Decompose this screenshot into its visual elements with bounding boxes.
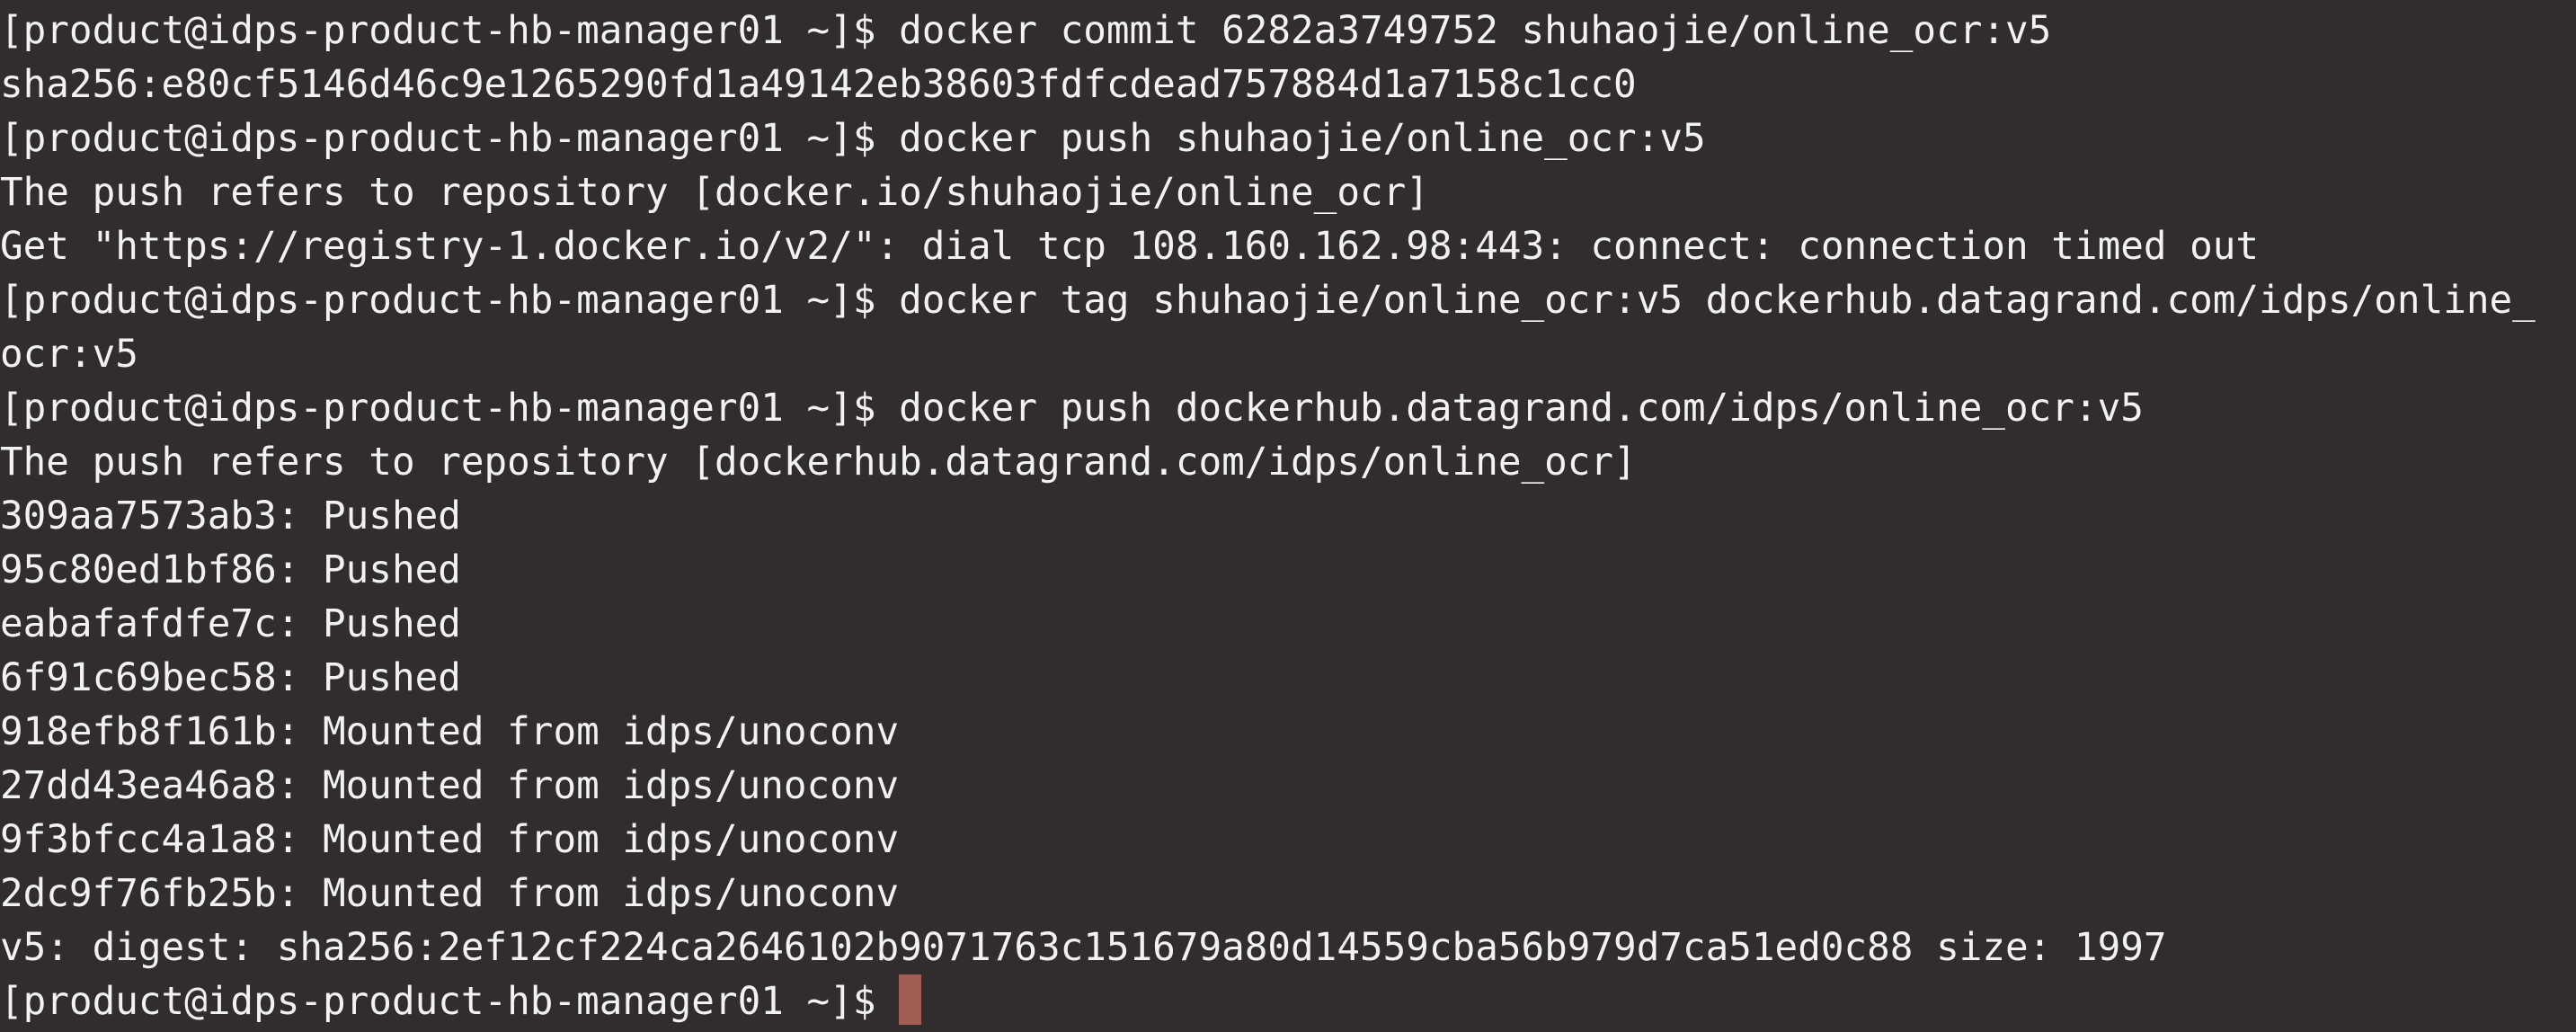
terminal-line: 918efb8f161b: Mounted from idps/unoconv <box>0 709 900 754</box>
terminal-line: The push refers to repository [docker.io… <box>0 170 1429 215</box>
terminal-line: 9f3bfcc4a1a8: Mounted from idps/unoconv <box>0 817 900 862</box>
terminal-line: The push refers to repository [dockerhub… <box>0 440 1637 485</box>
terminal-line: ocr:v5 <box>0 332 138 377</box>
terminal-line: Get "https://registry-1.docker.io/v2/": … <box>0 224 2260 269</box>
terminal-line: 95c80ed1bf86: Pushed <box>0 547 461 592</box>
terminal-line: eabafafdfe7c: Pushed <box>0 601 461 646</box>
terminal-line: 27dd43ea46a8: Mounted from idps/unoconv <box>0 763 900 808</box>
terminal-line: v5: digest: sha256:2ef12cf224ca2646102b9… <box>0 925 2167 970</box>
terminal-line: 2dc9f76fb25b: Mounted from idps/unoconv <box>0 871 900 916</box>
text-cursor <box>899 974 922 1025</box>
terminal-window[interactable]: [product@idps-product-hb-manager01 ~]$ d… <box>0 0 2576 1032</box>
terminal-line: 6f91c69bec58: Pushed <box>0 655 461 700</box>
terminal-prompt-line[interactable]: [product@idps-product-hb-manager01 ~]$ <box>0 974 2576 1028</box>
terminal-line: 309aa7573ab3: Pushed <box>0 494 461 538</box>
terminal-line: [product@idps-product-hb-manager01 ~]$ d… <box>0 116 1706 161</box>
terminal-line: [product@idps-product-hb-manager01 ~]$ d… <box>0 386 2144 431</box>
terminal-line: [product@idps-product-hb-manager01 ~]$ d… <box>0 8 2052 53</box>
terminal-line: [product@idps-product-hb-manager01 ~]$ d… <box>0 278 2536 323</box>
terminal-line: sha256:e80cf5146d46c9e1265290fd1a49142eb… <box>0 62 1637 107</box>
shell-prompt: [product@idps-product-hb-manager01 ~]$ <box>0 979 900 1024</box>
